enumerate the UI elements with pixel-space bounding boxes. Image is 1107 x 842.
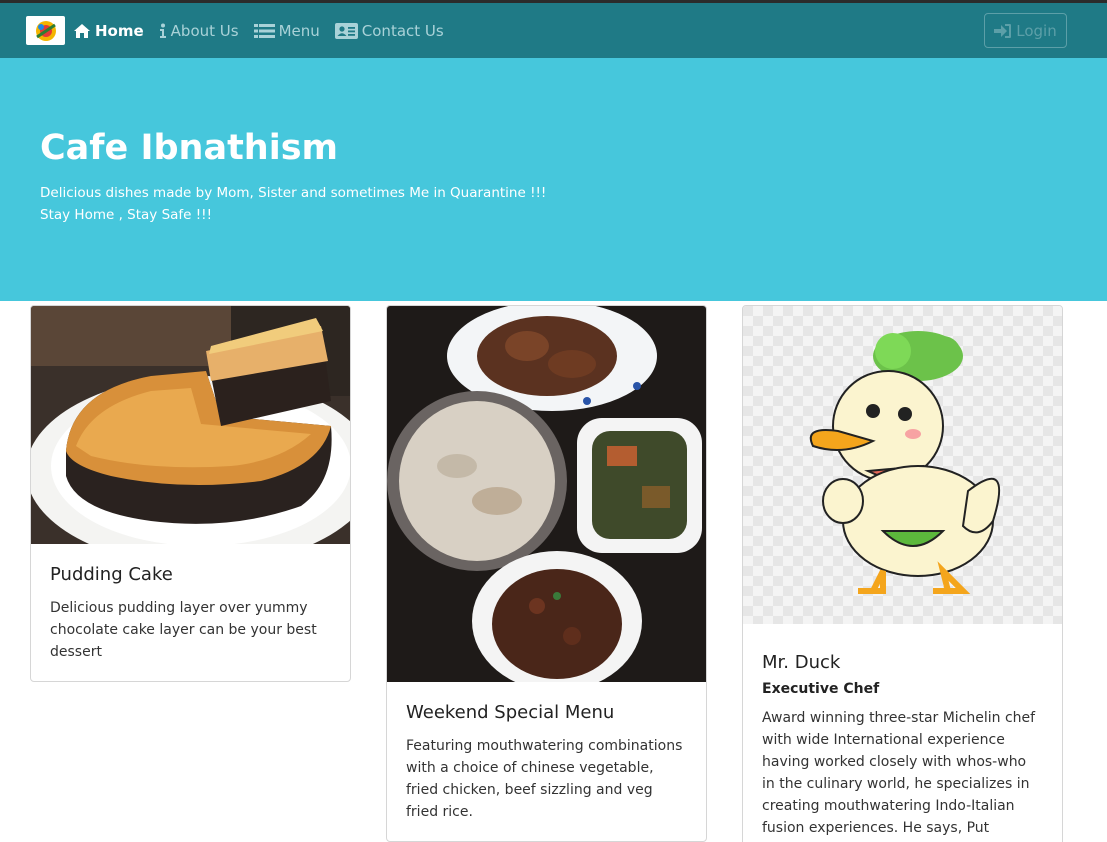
list-icon (253, 23, 275, 38)
info-icon (159, 23, 166, 38)
card-title: Weekend Special Menu (406, 702, 615, 723)
cards-section: Pudding Cake Delicious pudding layer ove… (0, 301, 1107, 842)
hero-tagline: Delicious dishes made by Mom, Sister and… (40, 185, 547, 201)
nav-about-us[interactable]: About Us (159, 22, 239, 40)
hero-stay-safe: Stay Home , Stay Safe !!! (40, 207, 212, 223)
address-card-icon (334, 22, 358, 39)
weekend-menu-image (387, 306, 706, 682)
brand-logo[interactable] (26, 16, 65, 45)
mr-duck-chef-image (743, 306, 1062, 624)
card-pudding-cake[interactable]: Pudding Cake Delicious pudding layer ove… (30, 305, 351, 682)
nav-menu-label: Menu (278, 21, 320, 40)
sign-in-icon (994, 23, 1012, 38)
navbar: Home About Us Menu Contact Us Login (0, 3, 1107, 58)
nav-about-us-label: About Us (170, 21, 239, 40)
nav-contact-us[interactable]: Contact Us (334, 21, 444, 40)
card-title: Mr. Duck (762, 652, 841, 673)
card-text: Featuring mouthwatering combinations wit… (406, 738, 683, 820)
home-icon (74, 23, 90, 38)
nav-home-label: Home (95, 21, 144, 40)
card-title: Pudding Cake (50, 564, 173, 585)
pudding-cake-image (31, 306, 350, 544)
card-subtitle: Executive Chef (762, 681, 880, 697)
login-button[interactable]: Login (984, 13, 1067, 48)
card-text: Award winning three-star Michelin chef w… (762, 710, 1036, 836)
card-mr-duck[interactable]: Mr. Duck Executive Chef Award winning th… (742, 305, 1063, 842)
site-title: Cafe Ibnathism (40, 128, 339, 168)
nav-contact-us-label: Contact Us (361, 21, 444, 40)
hero-banner: Cafe Ibnathism Delicious dishes made by … (0, 58, 1107, 301)
card-weekend-special-menu[interactable]: Weekend Special Menu Featuring mouthwate… (386, 305, 707, 842)
nav-home[interactable]: Home (73, 22, 144, 40)
login-label: Login (1016, 21, 1057, 40)
card-text: Delicious pudding layer over yummy choco… (50, 600, 317, 660)
nav-menu[interactable]: Menu (253, 21, 320, 40)
